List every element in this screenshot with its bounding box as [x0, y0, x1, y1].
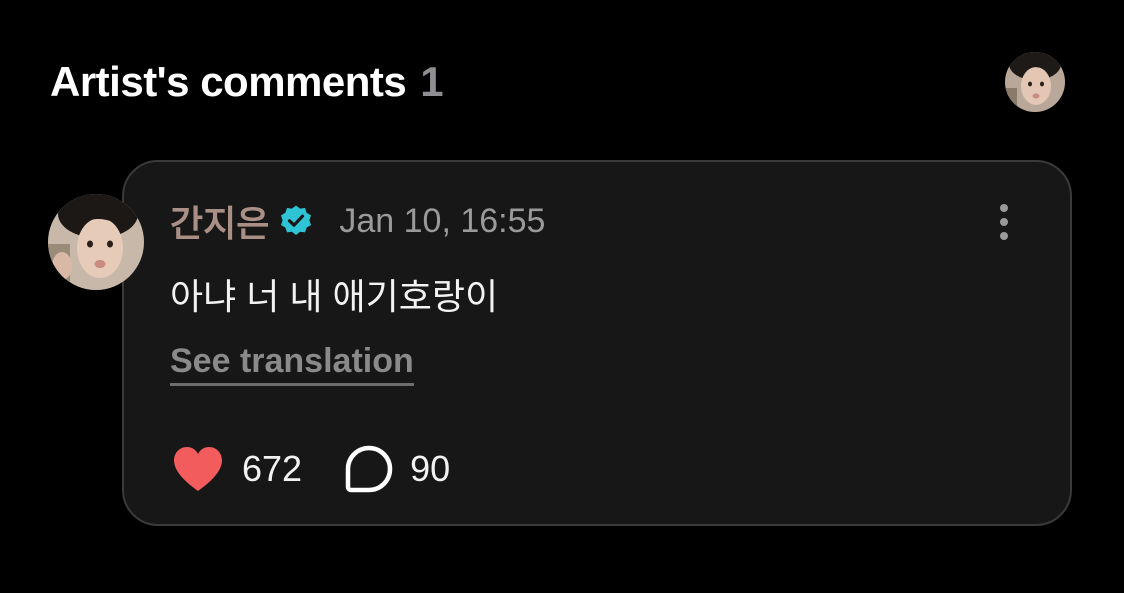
like-count: 672 [242, 448, 303, 489]
avatar-photo [1005, 52, 1065, 112]
comment-timestamp: Jan 10, 16:55 [339, 201, 546, 240]
see-translation-link[interactable]: See translation [170, 342, 414, 386]
reply-button[interactable]: 90 [344, 444, 450, 494]
comment-meta: 간지은 Jan 10, 16:55 [170, 195, 546, 247]
heart-icon [170, 445, 226, 493]
comment-body: 아냐 너 내 애기호랑이 [170, 276, 499, 317]
like-button[interactable]: 672 [170, 445, 302, 493]
comment-actions: 672 90 [170, 444, 450, 494]
comment-card: 간지은 Jan 10, 16:55 아냐 너 내 애기호랑이 See trans… [122, 160, 1072, 526]
section-header: Artist's comments 1 [50, 52, 444, 112]
avatar-photo [48, 194, 144, 290]
author-avatar[interactable] [48, 194, 144, 290]
comment-count: 1 [420, 58, 444, 105]
comment-bubble-icon [344, 444, 394, 494]
more-vertical-icon[interactable] [994, 202, 1014, 242]
reply-count: 90 [410, 448, 451, 489]
current-user-avatar[interactable] [1005, 52, 1065, 112]
section-title: Artist's comments [50, 58, 407, 105]
author-name[interactable]: 간지은 [170, 195, 269, 247]
verified-badge-icon [279, 204, 313, 238]
